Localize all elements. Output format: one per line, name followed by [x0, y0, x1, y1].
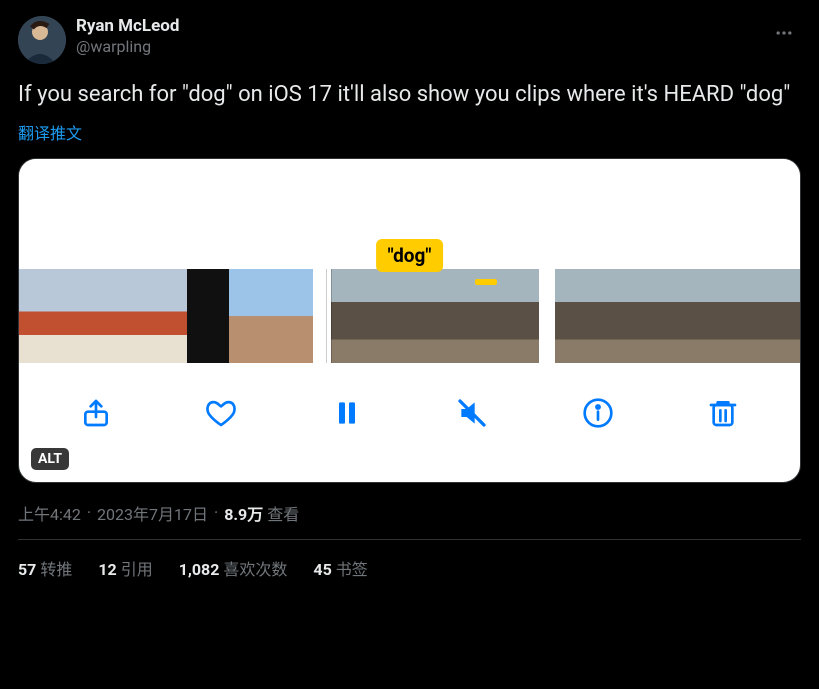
clip-thumb[interactable] — [271, 269, 313, 363]
share-icon[interactable] — [78, 395, 114, 431]
clip-thumb[interactable] — [723, 269, 765, 363]
retweets-stat[interactable]: 57转推 — [18, 556, 72, 580]
stat-count: 1,082 — [179, 560, 220, 579]
author-names: Ryan McLeod @warpling — [76, 16, 179, 57]
stat-label: 书签 — [336, 560, 368, 579]
meta-separator: · — [214, 503, 218, 522]
tweet-time[interactable]: 上午4:42 — [18, 501, 81, 525]
heart-icon[interactable] — [203, 395, 239, 431]
clip-thumb[interactable] — [103, 269, 145, 363]
tweet-body: If you search for "dog" on iOS 17 it'll … — [18, 80, 801, 110]
clip-thumb[interactable] — [329, 269, 371, 363]
quotes-stat[interactable]: 12 引用 — [98, 556, 152, 580]
clip-thumb[interactable] — [145, 269, 187, 363]
timeline-match-marker — [475, 279, 497, 285]
pause-icon[interactable] — [329, 395, 365, 431]
clip-thumb[interactable] — [187, 269, 229, 363]
meta-line: 上午4:42 · 2023年7月17日 · 8.9万 查看 — [18, 501, 801, 525]
handle[interactable]: @warpling — [76, 37, 179, 57]
clip-thumb[interactable] — [371, 269, 413, 363]
bookmarks-stat[interactable]: 45 书签 — [313, 556, 367, 580]
clip-thumb[interactable] — [497, 269, 539, 363]
likes-stat[interactable]: 1,082喜欢次数 — [179, 556, 288, 580]
stat-count: 45 — [313, 560, 331, 579]
clip-group[interactable] — [555, 269, 800, 363]
clip-thumb[interactable] — [61, 269, 103, 363]
translate-link[interactable]: 翻译推文 — [18, 120, 82, 144]
info-icon[interactable] — [580, 395, 616, 431]
clip-thumb[interactable] — [765, 269, 800, 363]
stat-label: 喜欢次数 — [223, 560, 287, 579]
clip-thumb[interactable] — [19, 269, 61, 363]
display-name[interactable]: Ryan McLeod — [76, 16, 179, 37]
alt-badge[interactable]: ALT — [31, 448, 69, 470]
clip-group[interactable] — [329, 269, 539, 363]
media-toolbar — [19, 363, 800, 463]
stat-count: 12 — [98, 560, 116, 579]
trash-icon[interactable] — [705, 395, 741, 431]
more-icon[interactable] — [767, 16, 801, 50]
clip-thumb[interactable] — [681, 269, 723, 363]
caption-pill: "dog" — [376, 239, 444, 272]
mute-icon[interactable] — [454, 395, 490, 431]
tweet-header: Ryan McLeod @warpling — [18, 16, 801, 64]
clip-thumb[interactable] — [597, 269, 639, 363]
clip-thumb[interactable] — [413, 269, 455, 363]
stat-label: 转推 — [40, 560, 72, 579]
avatar[interactable] — [18, 16, 66, 64]
clip-thumb[interactable] — [229, 269, 271, 363]
tweet: Ryan McLeod @warpling If you search for … — [0, 0, 819, 580]
views-label: 查看 — [267, 501, 299, 525]
stat-label: 引用 — [121, 560, 153, 579]
clip-thumb[interactable] — [639, 269, 681, 363]
clip-group[interactable] — [19, 269, 313, 363]
timeline-row[interactable] — [19, 269, 800, 363]
stats-row: 57转推 12 引用 1,082喜欢次数 45 书签 — [18, 540, 801, 580]
media-card[interactable]: "dog" — [18, 158, 801, 483]
timeline-playhead[interactable] — [327, 269, 331, 363]
tweet-date[interactable]: 2023年7月17日 — [97, 501, 208, 525]
views-count[interactable]: 8.9万 — [224, 501, 263, 525]
meta-separator: · — [87, 503, 91, 522]
clip-thumb[interactable] — [555, 269, 597, 363]
stat-count: 57 — [18, 560, 36, 579]
